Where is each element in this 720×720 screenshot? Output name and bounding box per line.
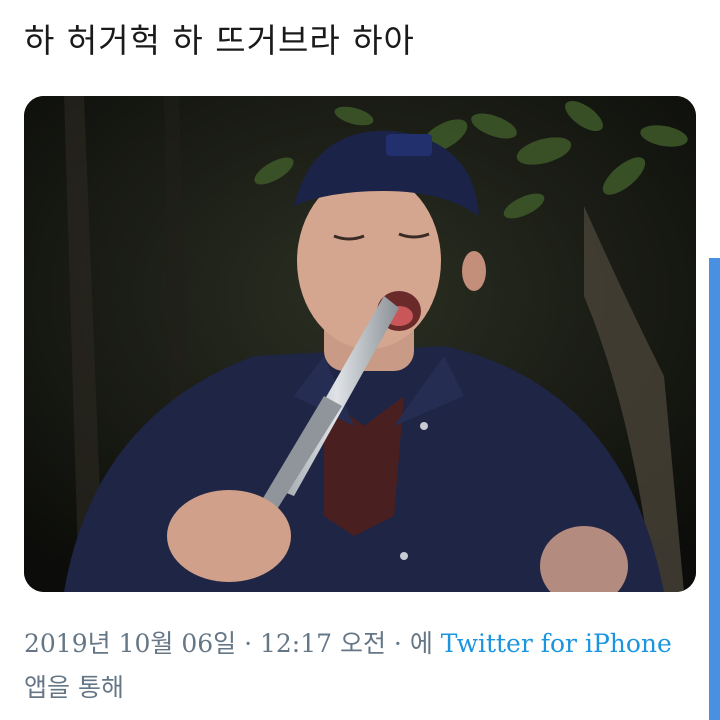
tweet-media-image[interactable] [24, 96, 696, 592]
tweet-timestamp: 2019년 10월 06일 · 12:17 오전 · 에 [24, 629, 433, 658]
photo-illustration [24, 96, 696, 592]
tweet-meta: 2019년 10월 06일 · 12:17 오전 · 에 Twitter for… [24, 622, 684, 710]
scroll-indicator[interactable] [709, 258, 720, 720]
source-link[interactable]: Twitter for iPhone [441, 629, 672, 658]
source-suffix: 앱을 통해 [24, 673, 124, 702]
tweet-text: 하 허거헉 하 뜨거브라 하아 [24, 21, 415, 60]
